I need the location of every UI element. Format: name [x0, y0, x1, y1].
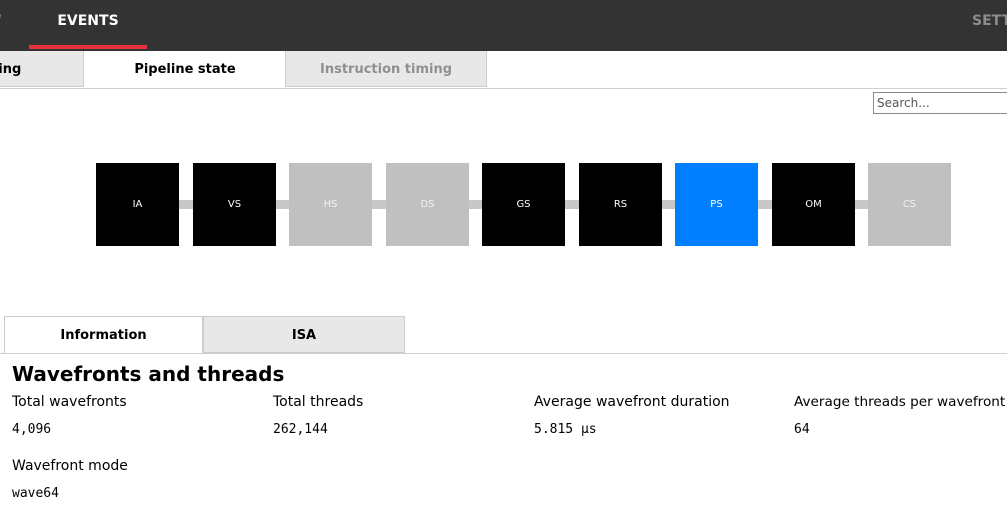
- top-nav-item-events[interactable]: EVENTS: [29, 0, 147, 51]
- app-root: W EVENTS SETT ning Pipeline state Instru…: [0, 0, 1007, 505]
- pipeline-stage-rs[interactable]: RS: [579, 163, 662, 246]
- stat-value-wavefront-mode: wave64: [12, 486, 59, 501]
- tab-information[interactable]: Information: [4, 316, 203, 353]
- pipeline-diagram: IA VS HS DS GS RS PS OM CS: [96, 163, 951, 246]
- pipeline-stage-ps[interactable]: PS: [675, 163, 758, 246]
- tab-instruction-timing[interactable]: Instruction timing: [285, 51, 487, 87]
- stat-label-avg-wavefront-duration: Average wavefront duration: [534, 394, 730, 410]
- top-nav-item-settings[interactable]: SETT: [972, 0, 1007, 51]
- pipeline-stage-ia[interactable]: IA: [96, 163, 179, 246]
- pipeline-stage-hs[interactable]: HS: [289, 163, 372, 246]
- tab-event-timing[interactable]: ning: [0, 51, 84, 87]
- tab-isa[interactable]: ISA: [203, 316, 405, 353]
- stage-detail-tabs: Information ISA: [0, 316, 1007, 354]
- pipeline-stage-om[interactable]: OM: [772, 163, 855, 246]
- stat-value-total-wavefronts: 4,096: [12, 422, 52, 437]
- top-nav-bar: W EVENTS SETT: [0, 0, 1007, 51]
- stat-label-avg-threads-per-wavefront: Average threads per wavefront: [794, 394, 1006, 410]
- stat-value-avg-wavefront-duration: 5.815 µs: [534, 422, 597, 437]
- section-title: Wavefronts and threads: [12, 362, 285, 386]
- pipeline-stage-cs[interactable]: CS: [868, 163, 951, 246]
- stat-label-wavefront-mode: Wavefront mode: [12, 458, 128, 474]
- search-input[interactable]: [873, 92, 1007, 114]
- pipeline-stage-vs[interactable]: VS: [193, 163, 276, 246]
- stat-label-total-threads: Total threads: [273, 394, 364, 410]
- tab-pipeline-state[interactable]: Pipeline state: [85, 51, 285, 88]
- stat-value-avg-threads-per-wavefront: 64: [794, 422, 810, 437]
- stat-label-total-wavefronts: Total wavefronts: [12, 394, 127, 410]
- stat-value-total-threads: 262,144: [273, 422, 328, 437]
- top-nav-events-label: EVENTS: [57, 13, 119, 29]
- top-nav-item-overview[interactable]: W: [0, 0, 1, 51]
- pipeline-stage-ds[interactable]: DS: [386, 163, 469, 246]
- active-tab-indicator: [29, 45, 147, 49]
- pipeline-stage-gs[interactable]: GS: [482, 163, 565, 246]
- event-view-tabs: ning Pipeline state Instruction timing: [0, 51, 1007, 89]
